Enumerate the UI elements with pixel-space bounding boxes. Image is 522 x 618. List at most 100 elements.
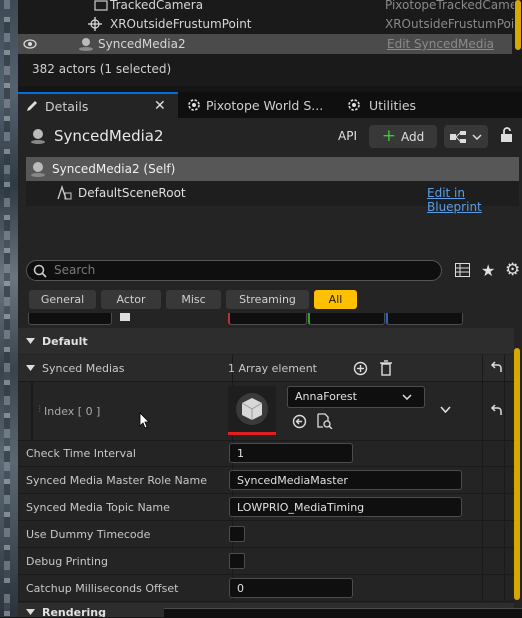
asset-thumbnail[interactable]: [228, 386, 276, 435]
column-divider: [504, 494, 505, 520]
edit-in-blueprint-link[interactable]: Edit in Blueprint: [427, 186, 519, 214]
column-divider: [504, 521, 505, 547]
eye-icon[interactable]: [23, 38, 37, 52]
add-element-icon[interactable]: [353, 361, 368, 376]
outliner-row-type: PixotopeTrackedCame: [385, 0, 514, 12]
chevron-down-icon: [472, 133, 482, 140]
drag-handle-icon[interactable]: ⁝: [38, 404, 41, 415]
column-divider: [504, 440, 505, 466]
use-selected-icon[interactable]: [292, 414, 307, 429]
property-row-check-time-interval: Check Time Interval 1: [18, 440, 514, 467]
tab-label: Pixotope World S...: [206, 97, 324, 113]
cube-icon: [236, 393, 268, 425]
reset-to-default-icon[interactable]: [490, 404, 504, 418]
blueprint-options-button[interactable]: [444, 125, 488, 148]
section-default[interactable]: Default: [18, 328, 514, 354]
gear-icon: [347, 98, 361, 112]
asset-picker-dropdown[interactable]: AnnaForest: [287, 386, 425, 408]
array-index-label: Index [ 0 ]: [44, 404, 101, 418]
column-divider: [482, 494, 483, 520]
hierarchy-icon: [450, 130, 468, 143]
expand-chevron-icon[interactable]: [440, 406, 451, 413]
tab-utilities[interactable]: Utilities: [346, 92, 456, 118]
chevron-down-icon: [402, 394, 412, 400]
component-row-scene-root[interactable]: DefaultSceneRoot Edit in Blueprint: [26, 181, 519, 214]
clipped-z-field[interactable]: [386, 313, 463, 325]
property-label: Catchup Milliseconds Offset: [26, 581, 179, 595]
tab-label: Details: [45, 98, 89, 114]
crosshair-icon: [88, 17, 102, 31]
debug-printing-checkbox[interactable]: [229, 553, 245, 569]
catchup-offset-input[interactable]: 0: [229, 578, 353, 598]
array-count: 1 Array element: [228, 361, 317, 375]
outliner-panel: TrackedCamera PixotopeTrackedCame XROuts…: [18, 0, 522, 86]
component-row-self[interactable]: SyncedMedia2 (Self): [26, 157, 519, 181]
camera-icon: [94, 0, 108, 12]
filter-all[interactable]: All: [314, 290, 357, 309]
add-button[interactable]: + Add: [369, 125, 437, 148]
search-input[interactable]: Search: [26, 260, 442, 281]
filter-general[interactable]: General: [29, 290, 96, 309]
outliner-row[interactable]: TrackedCamera PixotopeTrackedCame: [18, 0, 514, 15]
star-icon[interactable]: ★: [481, 261, 495, 280]
tab-label: Utilities: [369, 97, 417, 113]
section-label: Default: [42, 334, 88, 348]
actor-icon: [30, 161, 46, 177]
close-icon[interactable]: ✕: [154, 98, 166, 114]
outliner-row-name: TrackedCamera: [110, 0, 204, 12]
scrollbar-thumb[interactable]: [515, 0, 521, 50]
topic-name-input[interactable]: LOWPRIO_MediaTiming: [229, 497, 462, 517]
master-role-name-input[interactable]: SyncedMediaMaster: [229, 470, 462, 490]
filter-misc[interactable]: Misc: [166, 290, 221, 309]
clipped-icon: [120, 313, 130, 321]
reset-to-default-icon[interactable]: [490, 361, 504, 375]
outliner-row[interactable]: XROutsideFrustumPoint XROutsideFrustumPo…: [18, 14, 514, 34]
property-row-topic-name: Synced Media Topic Name LOWPRIO_MediaTim…: [18, 494, 514, 521]
outliner-scrollbar[interactable]: [514, 0, 522, 52]
actor-icon: [30, 128, 46, 144]
table-view-icon[interactable]: [455, 263, 470, 277]
settings-gear-icon[interactable]: ⚙: [505, 260, 520, 280]
clipped-y-field[interactable]: [308, 313, 385, 325]
mouse-cursor-icon: [139, 412, 151, 430]
clipped-dropdown[interactable]: [28, 313, 112, 325]
outliner-row-selected[interactable]: SyncedMedia2 Edit SyncedMedia: [18, 34, 512, 54]
add-button-label: Add: [401, 129, 425, 144]
plus-icon: +: [381, 126, 396, 146]
unlock-icon[interactable]: [500, 127, 514, 143]
scene-root-icon: [56, 185, 72, 201]
check-time-interval-input[interactable]: 1: [229, 443, 353, 463]
asset-name: AnnaForest: [295, 390, 357, 403]
use-dummy-timecode-checkbox[interactable]: [229, 526, 245, 542]
property-row-use-dummy-timecode: Use Dummy Timecode: [18, 521, 514, 548]
trash-icon[interactable]: [379, 360, 393, 376]
viewport-edge-detail: [4, 0, 10, 617]
clipped-x-field[interactable]: [228, 313, 307, 325]
filter-streaming[interactable]: Streaming: [226, 290, 309, 309]
outliner-row-type: XROutsideFrustumPoi: [385, 17, 514, 31]
property-row-debug-printing: Debug Printing: [18, 548, 514, 575]
property-label: Use Dummy Timecode: [26, 527, 151, 541]
property-row-catchup-offset: Catchup Milliseconds Offset 0: [18, 575, 514, 602]
details-scrollbar-thumb[interactable]: [514, 348, 520, 600]
edit-link[interactable]: Edit SyncedMedia: [387, 37, 516, 51]
api-button[interactable]: API: [338, 129, 357, 143]
tab-details[interactable]: Details ✕: [18, 92, 178, 118]
tab-pixotope-world[interactable]: Pixotope World S...: [186, 92, 336, 118]
gear-icon: [187, 98, 201, 112]
column-divider: [482, 355, 483, 381]
expand-arrow-icon[interactable]: [26, 365, 35, 371]
indent-guide: [31, 382, 33, 440]
filter-actor[interactable]: Actor: [101, 290, 161, 309]
actor-name[interactable]: SyncedMedia2: [54, 127, 164, 145]
asset-type-underline: [228, 432, 276, 435]
browse-asset-icon[interactable]: [317, 413, 333, 429]
property-label: Synced Media Topic Name: [26, 500, 170, 514]
column-divider: [482, 548, 483, 574]
synced-medias-label: Synced Medias: [42, 361, 125, 375]
column-divider: [482, 467, 483, 493]
column-divider: [504, 548, 505, 574]
actor-count: 382 actors (1 selected): [32, 62, 172, 76]
outliner-row-name: XROutsideFrustumPoint: [110, 17, 252, 31]
array-element-row: ⁝ Index [ 0 ] AnnaForest: [18, 382, 514, 441]
